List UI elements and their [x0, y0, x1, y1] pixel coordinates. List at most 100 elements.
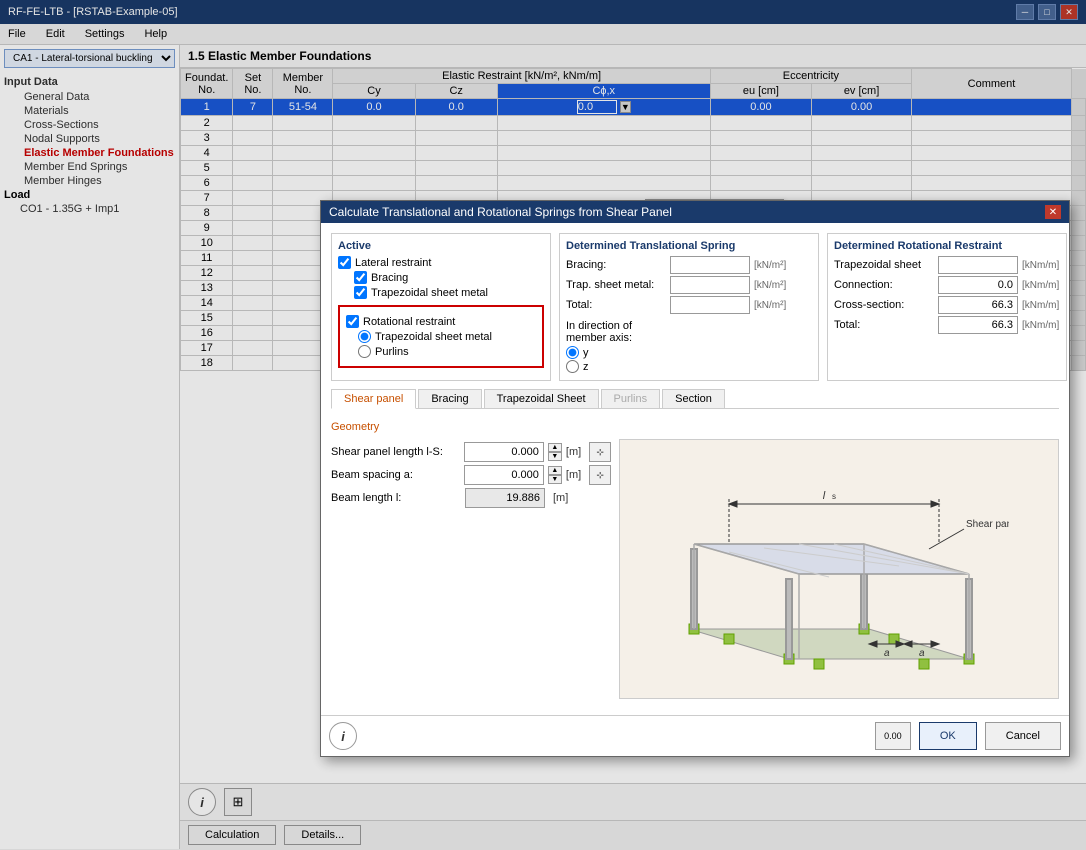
total-spring-row: Total: [kN/m²] [566, 296, 812, 314]
shear-length-spinners: ▲ ▼ [548, 443, 562, 461]
dir-z-radio[interactable] [566, 360, 579, 373]
modal-body: Active Lateral restraint Bracing Trapezo… [321, 223, 1069, 715]
rotational-restraint-section: Determined Rotational Restraint Trapezoi… [827, 233, 1067, 381]
trap-rot-row: Trapezoidal sheet [kNm/m] [834, 256, 1060, 274]
rotational-restraint-title: Determined Rotational Restraint [834, 240, 1060, 252]
modal-title-bar: Calculate Translational and Rotational S… [321, 201, 1069, 223]
lateral-restraint-label: Lateral restraint [355, 257, 431, 269]
purlins-radio[interactable] [358, 345, 371, 358]
bracing-spring-input[interactable] [670, 256, 750, 274]
beam-length-input[interactable] [465, 488, 545, 508]
geometry-inputs: Shear panel length l-S: ▲ ▼ [m] ⊹ Beam s… [331, 439, 611, 699]
beam-spacing-up[interactable]: ▲ [548, 466, 562, 475]
modal-info-button[interactable]: i [329, 722, 357, 750]
total-rot-unit: [kNm/m] [1022, 320, 1059, 331]
modal-overlay: Calculate Translational and Rotational S… [0, 0, 1086, 850]
modal-title: Calculate Translational and Rotational S… [329, 205, 672, 219]
modal-ok-button[interactable]: OK [919, 722, 977, 750]
trap-spring-input[interactable] [670, 276, 750, 294]
geometry-image: l s a a [619, 439, 1059, 699]
shear-panel-modal: Calculate Translational and Rotational S… [320, 200, 1070, 757]
trap-rot-label: Trapezoidal sheet [834, 259, 934, 271]
modal-bottom: i 0.00 OK Cancel [321, 715, 1069, 756]
trap-spring-row: Trap. sheet metal: [kN/m²] [566, 276, 812, 294]
lateral-restraint-checkbox[interactable] [338, 256, 351, 269]
rotational-restraint-checkbox[interactable] [346, 315, 359, 328]
beam-spacing-spinners: ▲ ▼ [548, 466, 562, 484]
dir-z-row: z [566, 360, 812, 373]
beam-spacing-unit: [m] [566, 469, 581, 481]
connection-rot-unit: [kNm/m] [1022, 280, 1059, 291]
dir-y-radio[interactable] [566, 346, 579, 359]
active-section: Active Lateral restraint Bracing Trapezo… [331, 233, 551, 381]
trap-sheet-checkbox[interactable] [354, 286, 367, 299]
cross-section-rot-row: Cross-section: [kNm/m] [834, 296, 1060, 314]
geometry-title: Geometry [331, 421, 1059, 433]
shear-length-up[interactable]: ▲ [548, 443, 562, 452]
bracing-checkbox[interactable] [354, 271, 367, 284]
cross-section-rot-input[interactable] [938, 296, 1018, 314]
trap-radio[interactable] [358, 330, 371, 343]
modal-close-button[interactable]: ✕ [1045, 205, 1061, 219]
svg-text:a: a [919, 648, 925, 659]
dir-y-row: y [566, 346, 812, 359]
shear-length-row: Shear panel length l-S: ▲ ▼ [m] ⊹ [331, 442, 611, 462]
trap-rot-unit: [kNm/m] [1022, 260, 1059, 271]
total-spring-unit: [kN/m²] [754, 300, 786, 311]
beam-spacing-pick[interactable]: ⊹ [589, 465, 611, 485]
beam-spacing-label: Beam spacing a: [331, 469, 460, 481]
modal-tabs: Shear panel Bracing Trapezoidal Sheet Pu… [331, 389, 1059, 409]
dir-z-label: z [583, 361, 589, 373]
rotational-section: Rotational restraint Trapezoidal sheet m… [338, 305, 544, 368]
shear-length-label: Shear panel length l-S: [331, 446, 460, 458]
beam-length-row: Beam length l: [m] [331, 488, 611, 508]
dir-y-label: y [583, 347, 589, 359]
shear-length-down[interactable]: ▼ [548, 452, 562, 461]
modal-zero-button[interactable]: 0.00 [875, 722, 911, 750]
trap-spring-label: Trap. sheet metal: [566, 279, 666, 291]
beam-length-unit: [m] [553, 492, 568, 504]
active-title: Active [338, 240, 544, 252]
total-rot-label: Total: [834, 319, 934, 331]
purlins-radio-row: Purlins [346, 345, 536, 358]
total-spring-input[interactable] [670, 296, 750, 314]
bracing-label: Bracing [371, 272, 408, 284]
shear-panel-svg: l s a a [669, 449, 1009, 689]
connection-rot-label: Connection: [834, 279, 934, 291]
connection-rot-input[interactable] [938, 276, 1018, 294]
purlins-radio-label: Purlins [375, 346, 409, 358]
total-rot-row: Total: [kNm/m] [834, 316, 1060, 334]
modal-sections: Active Lateral restraint Bracing Trapezo… [331, 233, 1059, 381]
direction-section: In direction ofmember axis: y z [566, 320, 812, 373]
trap-rot-input[interactable] [938, 256, 1018, 274]
tab-bracing[interactable]: Bracing [418, 389, 481, 408]
tab-purlins[interactable]: Purlins [601, 389, 661, 408]
rotational-restraint-label: Rotational restraint [363, 316, 455, 328]
svg-text:Shear panel: Shear panel [966, 519, 1009, 530]
beam-spacing-input[interactable] [464, 465, 544, 485]
translational-title: Determined Translational Spring [566, 240, 812, 252]
shear-length-input[interactable] [464, 442, 544, 462]
shear-length-pick[interactable]: ⊹ [589, 442, 611, 462]
geometry-section: Geometry Shear panel length l-S: ▲ ▼ [m] [331, 415, 1059, 705]
beam-length-label: Beam length l: [331, 492, 461, 504]
geometry-content: Shear panel length l-S: ▲ ▼ [m] ⊹ Beam s… [331, 439, 1059, 699]
cross-section-rot-unit: [kNm/m] [1022, 300, 1059, 311]
trap-spring-unit: [kN/m²] [754, 280, 786, 291]
translational-section: Determined Translational Spring Bracing:… [559, 233, 819, 381]
beam-spacing-row: Beam spacing a: ▲ ▼ [m] ⊹ [331, 465, 611, 485]
total-rot-input[interactable] [938, 316, 1018, 334]
svg-text:a: a [884, 648, 890, 659]
tab-shear-panel[interactable]: Shear panel [331, 389, 416, 409]
direction-label: In direction ofmember axis: [566, 320, 812, 344]
trap-sheet-row: Trapezoidal sheet metal [338, 286, 544, 299]
svg-text:s: s [832, 492, 836, 501]
trap-sheet-label: Trapezoidal sheet metal [371, 287, 488, 299]
bracing-spring-label: Bracing: [566, 259, 666, 271]
tab-trapezoidal-sheet[interactable]: Trapezoidal Sheet [484, 389, 599, 408]
modal-cancel-button[interactable]: Cancel [985, 722, 1061, 750]
beam-spacing-down[interactable]: ▼ [548, 475, 562, 484]
tab-section[interactable]: Section [662, 389, 725, 408]
cross-section-rot-label: Cross-section: [834, 299, 934, 311]
trap-radio-row: Trapezoidal sheet metal [346, 330, 536, 343]
